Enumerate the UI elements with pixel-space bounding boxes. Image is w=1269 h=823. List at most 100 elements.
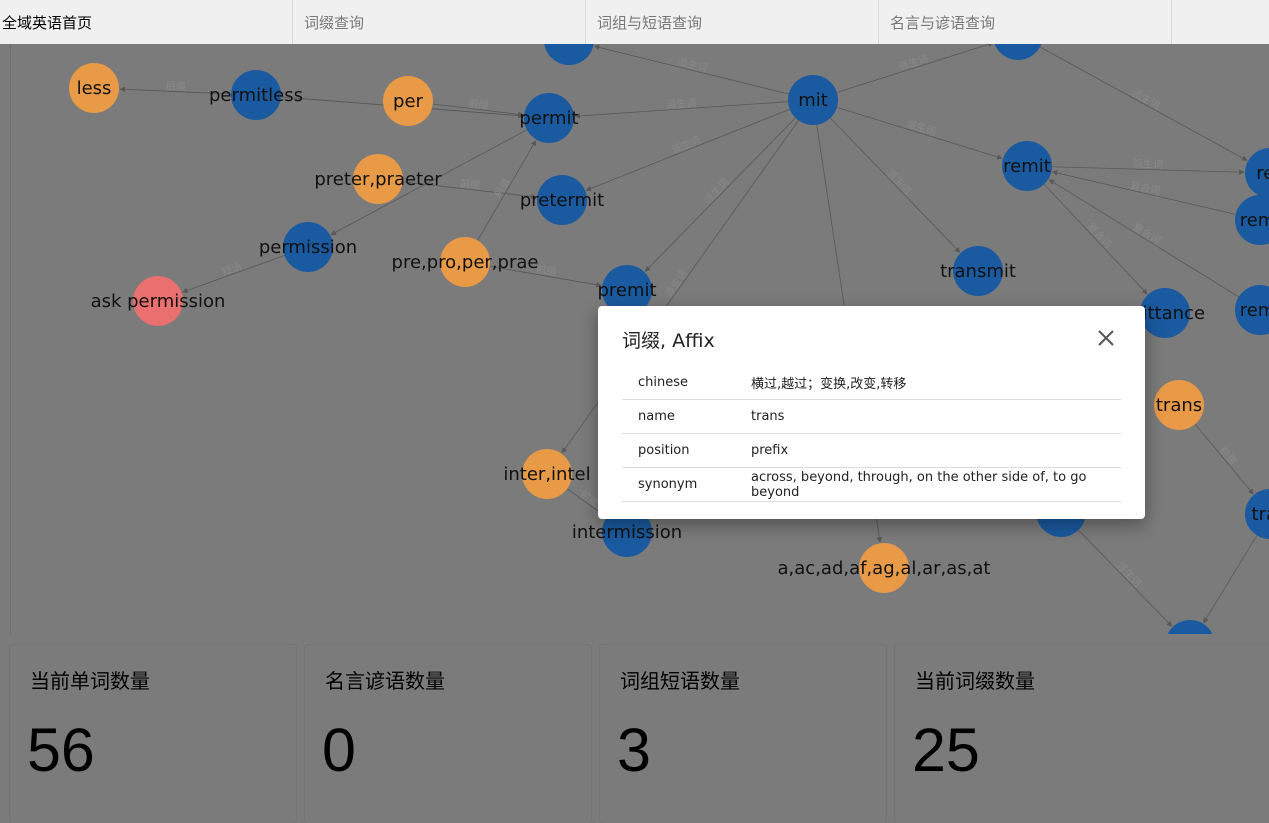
graph-node-per[interactable]: per bbox=[383, 76, 433, 126]
node-label: a,ac,ad,af,ag,al,ar,as,at bbox=[778, 558, 991, 579]
table-row: position prefix bbox=[622, 433, 1121, 468]
graph-node-remi1[interactable]: remi bbox=[1235, 195, 1269, 245]
node-label: mit bbox=[798, 90, 828, 111]
stat-card-phrases: 词组短语数量 3 bbox=[600, 645, 886, 823]
edge-label: 派生词 bbox=[1133, 157, 1163, 171]
stat-value: 3 bbox=[617, 716, 651, 784]
edge-label: 后缀 bbox=[165, 79, 186, 93]
graph-node-permit[interactable]: permit bbox=[519, 93, 579, 143]
edge-label: 短语 bbox=[220, 259, 243, 278]
edge-label: 前缀 bbox=[459, 176, 480, 191]
row-value: prefix bbox=[751, 433, 1121, 468]
table-row: chinese 横过,越过；变换,改变,转移 bbox=[622, 366, 1121, 400]
node-label: less bbox=[77, 78, 112, 99]
tab-affix-search[interactable]: 词缀查询 bbox=[293, 0, 586, 44]
node-label: tran bbox=[1252, 504, 1269, 525]
edge-label: 派生词 bbox=[884, 166, 914, 197]
node-circle[interactable] bbox=[1165, 620, 1215, 634]
edge-label: 前缀 bbox=[1217, 444, 1240, 468]
row-key: synonym bbox=[622, 467, 751, 502]
edge-label: 派生词 bbox=[897, 52, 930, 73]
node-label: pretermit bbox=[520, 190, 604, 211]
stat-card-quotes: 名言谚语数量 0 bbox=[305, 645, 591, 823]
close-icon[interactable] bbox=[1095, 327, 1117, 349]
graph-node-transmit[interactable]: transmit bbox=[940, 246, 1016, 296]
stat-label: 词组短语数量 bbox=[620, 669, 740, 693]
edge-label: 派生词 bbox=[677, 55, 709, 75]
graph-edge bbox=[1203, 535, 1258, 624]
row-key: chinese bbox=[622, 366, 751, 400]
stat-label: 当前词缀数量 bbox=[915, 669, 1035, 693]
node-label: res bbox=[1256, 163, 1269, 184]
node-label: remi bbox=[1240, 210, 1269, 231]
node-label: transmit bbox=[940, 261, 1016, 282]
edge-label: 派生词 bbox=[1114, 559, 1144, 590]
stat-card-affixes: 当前词缀数量 25 bbox=[895, 645, 1269, 823]
edge-label: 复合词 bbox=[1085, 220, 1115, 251]
node-circle[interactable] bbox=[544, 44, 594, 65]
edge-label: 派生词 bbox=[1130, 86, 1163, 112]
graph-node-bottom1[interactable] bbox=[1165, 620, 1215, 634]
tab-quote-search[interactable]: 名言与谚语查询 bbox=[879, 0, 1172, 44]
dialog-title: 词缀, Affix bbox=[622, 330, 715, 352]
edge-label: 派生词 bbox=[670, 133, 703, 156]
edge-label: 派生词 bbox=[701, 176, 731, 207]
stat-value: 25 bbox=[912, 716, 980, 784]
node-label: permit bbox=[519, 108, 578, 129]
tab-home[interactable]: 全域英语首页 bbox=[0, 0, 293, 44]
graph-node-prepro[interactable]: pre,pro,per,prae bbox=[392, 237, 539, 287]
stat-card-words: 当前单词数量 56 bbox=[10, 645, 296, 823]
graph-node-tran[interactable]: tran bbox=[1245, 489, 1269, 539]
graph-node-trans[interactable]: trans bbox=[1154, 380, 1204, 430]
graph-node-preter[interactable]: preter,praeter bbox=[314, 154, 442, 204]
graph-node-res[interactable]: res bbox=[1245, 148, 1269, 198]
edge-label: 派生词 bbox=[662, 267, 690, 299]
node-label: trans bbox=[1156, 395, 1202, 416]
stat-label: 名言谚语数量 bbox=[325, 669, 445, 693]
graph-node-aac[interactable]: a,ac,ad,af,ag,al,ar,as,at bbox=[778, 543, 991, 593]
graph-node-remi2[interactable]: remi bbox=[1235, 285, 1269, 335]
node-label: preter,praeter bbox=[314, 169, 442, 190]
edge-label: 前缀 bbox=[535, 262, 557, 278]
row-value: 横过,越过；变换,改变,转移 bbox=[751, 366, 1121, 400]
graph-node-top2[interactable] bbox=[993, 44, 1043, 60]
edge-label: 复合词 bbox=[1129, 178, 1161, 197]
node-label: per bbox=[393, 91, 424, 112]
table-row: synonym across, beyond, through, on the … bbox=[622, 467, 1121, 502]
graph-node-pretermit[interactable]: pretermit bbox=[520, 175, 604, 225]
node-label: pre,pro,per,prae bbox=[392, 252, 539, 273]
edge-label: 复合词 bbox=[1131, 220, 1163, 247]
edge-label: 前缀 bbox=[468, 96, 489, 111]
node-label: intermission bbox=[572, 522, 682, 543]
stats-row: 当前单词数量 56 名言谚语数量 0 词组短语数量 3 当前词缀数量 25 bbox=[10, 645, 1269, 823]
stat-label: 当前单词数量 bbox=[30, 669, 150, 693]
node-circle[interactable] bbox=[993, 44, 1043, 60]
table-row: name trans bbox=[622, 399, 1121, 434]
tab-bar-filler bbox=[1172, 0, 1242, 44]
affix-detail-dialog: 词缀, Affix chinese 横过,越过；变换,改变,转移 name tr… bbox=[598, 306, 1145, 519]
row-key: name bbox=[622, 399, 751, 434]
graph-node-less[interactable]: less bbox=[69, 63, 119, 113]
edge-label: 派生词 bbox=[905, 117, 937, 138]
edge-label: 前缀 bbox=[491, 176, 512, 200]
node-label: remit bbox=[1003, 156, 1051, 177]
graph-node-remit[interactable]: remit bbox=[1002, 141, 1052, 191]
node-label: permission bbox=[259, 237, 357, 258]
row-value: trans bbox=[751, 399, 1121, 434]
row-key: position bbox=[622, 433, 751, 468]
affix-detail-table: chinese 横过,越过；变换,改变,转移 name trans positi… bbox=[622, 366, 1121, 502]
graph-node-askpermission[interactable]: ask permission bbox=[91, 276, 226, 326]
node-label: ask permission bbox=[91, 291, 226, 312]
graph-node-inter[interactable]: inter,intel bbox=[503, 449, 591, 499]
stat-value: 0 bbox=[322, 716, 356, 784]
row-value: across, beyond, through, on the other si… bbox=[751, 467, 1121, 502]
graph-node-permission[interactable]: permission bbox=[259, 222, 357, 272]
top-tab-bar: 全域英语首页 词缀查询 词组与短语查询 名言与谚语查询 bbox=[0, 0, 1269, 44]
node-label: premit bbox=[597, 280, 656, 301]
graph-node-top1[interactable] bbox=[544, 44, 594, 65]
graph-node-mit[interactable]: mit bbox=[788, 75, 838, 125]
node-label: remi bbox=[1240, 300, 1269, 321]
graph-node-permitless[interactable]: permitless bbox=[209, 70, 303, 120]
tab-phrase-search[interactable]: 词组与短语查询 bbox=[586, 0, 879, 44]
node-label: inter,intel bbox=[503, 464, 590, 485]
